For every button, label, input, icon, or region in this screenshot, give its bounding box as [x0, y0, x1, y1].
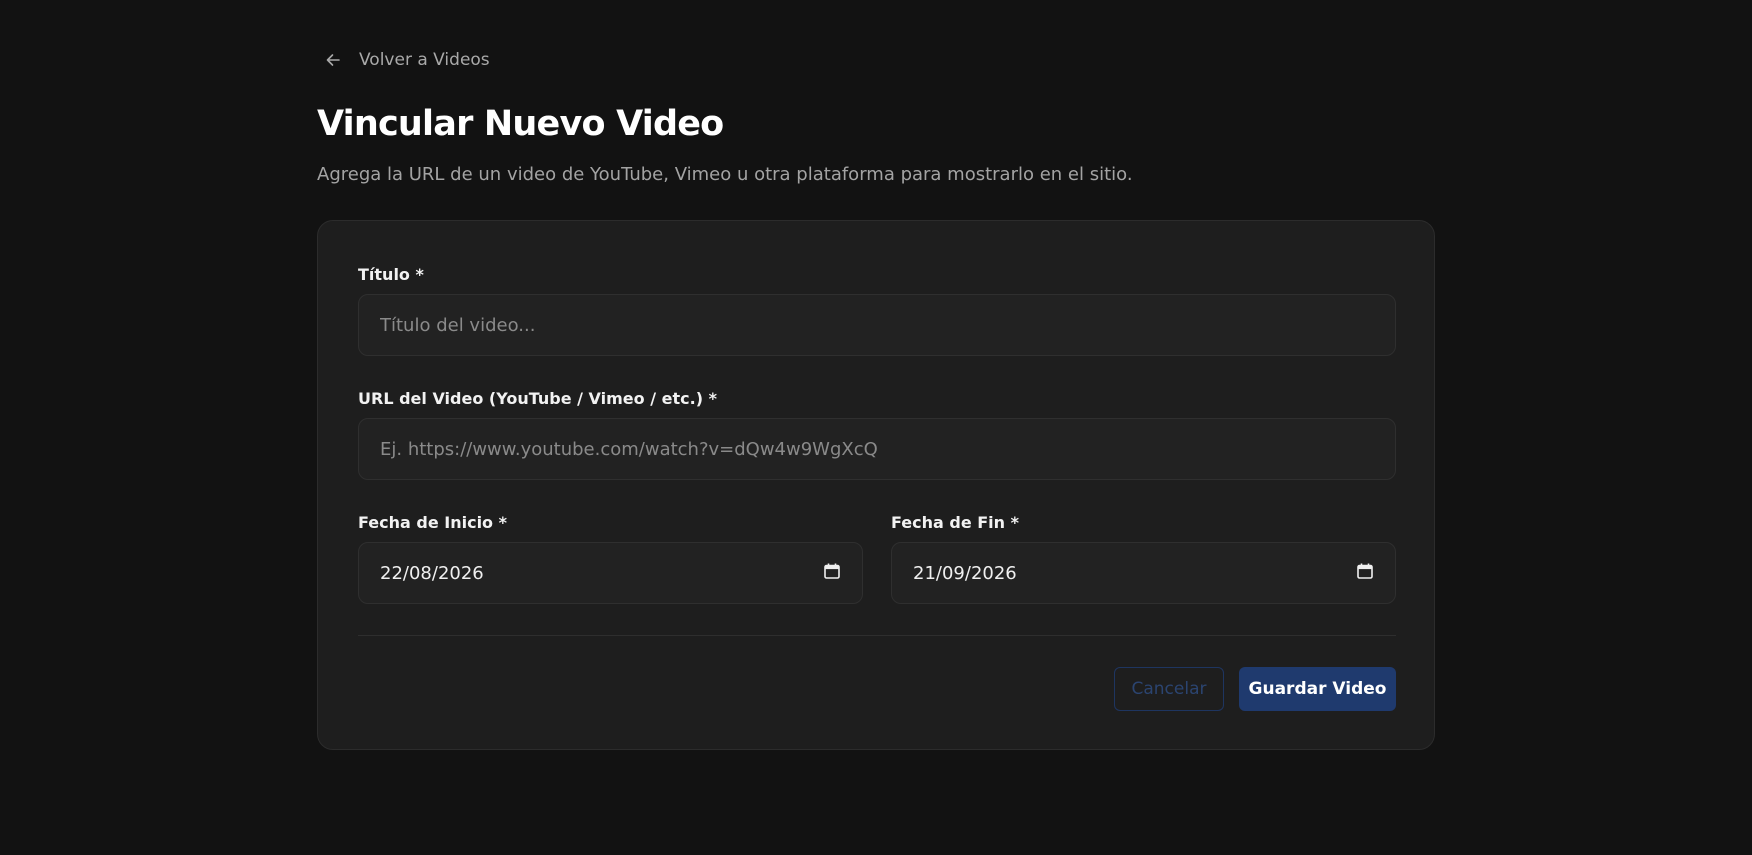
form-divider — [358, 635, 1396, 636]
page: Volver a Videos Vincular Nuevo Video Agr… — [0, 0, 1752, 855]
end-date-input[interactable]: 21/09/2026 — [891, 542, 1396, 604]
calendar-icon[interactable] — [1356, 562, 1374, 584]
back-link-label: Volver a Videos — [359, 50, 490, 70]
cancel-button[interactable]: Cancelar — [1114, 667, 1224, 711]
end-date-label: Fecha de Fin * — [891, 513, 1019, 532]
url-input[interactable] — [358, 418, 1396, 480]
video-form-card: Título * URL del Video (YouTube / Vimeo … — [317, 220, 1435, 750]
save-video-button[interactable]: Guardar Video — [1239, 667, 1396, 711]
url-label: URL del Video (YouTube / Vimeo / etc.) * — [358, 389, 717, 408]
title-input[interactable] — [358, 294, 1396, 356]
calendar-icon[interactable] — [823, 562, 841, 584]
arrow-left-icon — [325, 52, 341, 68]
end-date-value: 21/09/2026 — [913, 562, 1017, 584]
page-title: Vincular Nuevo Video — [317, 104, 724, 144]
title-label: Título * — [358, 265, 424, 284]
back-to-videos-link[interactable]: Volver a Videos — [325, 50, 490, 70]
start-date-input[interactable]: 22/08/2026 — [358, 542, 863, 604]
page-subtitle: Agrega la URL de un video de YouTube, Vi… — [317, 164, 1133, 185]
start-date-value: 22/08/2026 — [380, 562, 484, 584]
start-date-label: Fecha de Inicio * — [358, 513, 507, 532]
